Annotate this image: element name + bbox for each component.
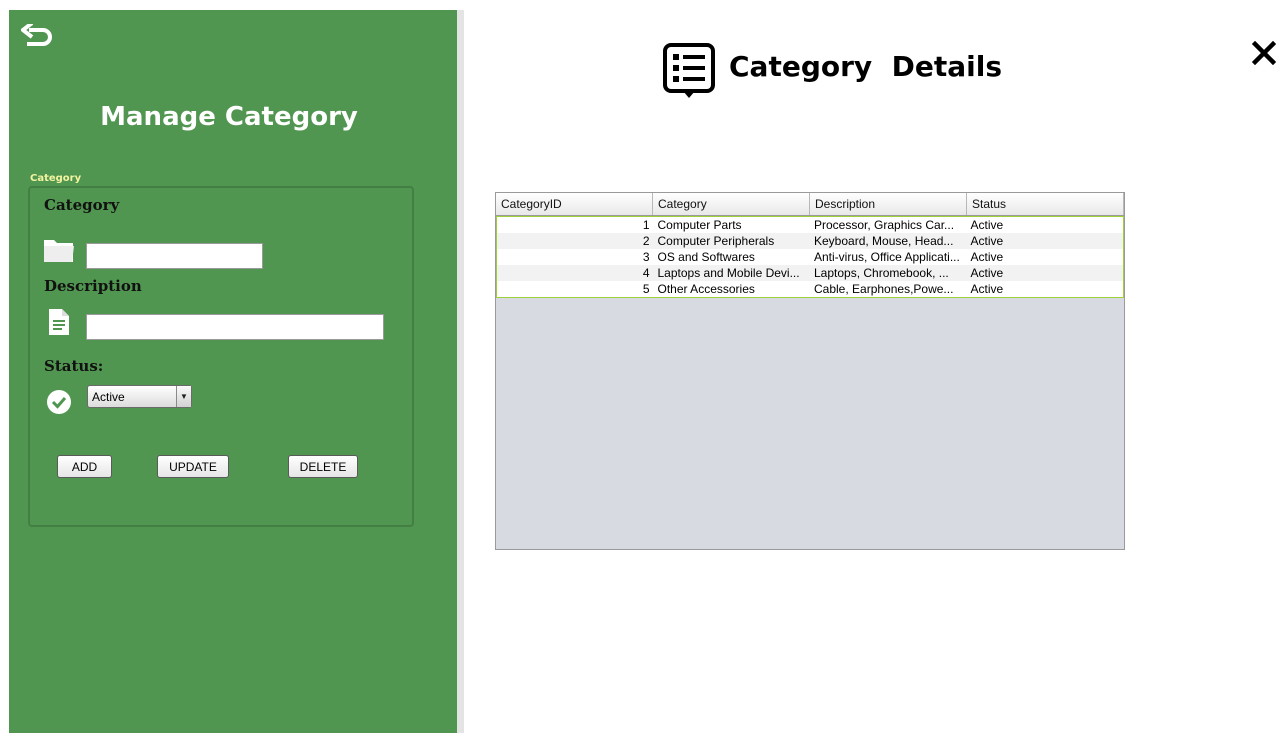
panel-title: Manage Category bbox=[100, 102, 358, 132]
status-label: Status: bbox=[44, 357, 104, 375]
group-label: Category bbox=[30, 173, 82, 184]
update-button[interactable]: UPDATE bbox=[157, 455, 229, 478]
column-header-description[interactable]: Description bbox=[810, 193, 967, 215]
cell-category: Laptops and Mobile Devi... bbox=[657, 266, 800, 280]
cell-description: Cable, Earphones,Powe... bbox=[814, 282, 954, 296]
description-label: Description bbox=[44, 277, 142, 295]
document-icon bbox=[49, 309, 69, 335]
cell-id: 2 bbox=[642, 234, 650, 248]
add-button[interactable]: ADD bbox=[57, 455, 112, 478]
table-row[interactable]: 4 Laptops and Mobile Devi... Laptops, Ch… bbox=[497, 265, 1123, 281]
delete-button[interactable]: DELETE bbox=[288, 455, 358, 478]
table-row[interactable]: 5 Other Accessories Cable, Earphones,Pow… bbox=[497, 281, 1123, 297]
column-header-status[interactable]: Status bbox=[967, 193, 1124, 215]
table-row[interactable]: 2 Computer Peripherals Keyboard, Mouse, … bbox=[497, 233, 1123, 249]
table-header: CategoryID Category Description Status bbox=[496, 193, 1124, 216]
cell-category: OS and Softwares bbox=[657, 250, 755, 264]
category-label: Category bbox=[44, 196, 120, 214]
folder-icon bbox=[44, 240, 74, 262]
cell-status: Active bbox=[970, 282, 1004, 296]
cell-status: Active bbox=[970, 266, 1004, 280]
cell-status: Active bbox=[970, 234, 1004, 248]
cell-id: 4 bbox=[642, 266, 650, 280]
description-input[interactable] bbox=[86, 314, 384, 340]
list-icon bbox=[663, 43, 715, 98]
chevron-down-icon[interactable]: ▼ bbox=[176, 386, 191, 407]
panel-divider bbox=[457, 10, 464, 733]
table-row[interactable]: 1 Computer Parts Processor, Graphics Car… bbox=[497, 217, 1123, 233]
cell-status: Active bbox=[970, 250, 1004, 264]
table-row[interactable]: 3 OS and Softwares Anti-virus, Office Ap… bbox=[497, 249, 1123, 265]
category-table[interactable]: CategoryID Category Description Status 1… bbox=[495, 192, 1125, 550]
cell-description: Keyboard, Mouse, Head... bbox=[814, 234, 954, 248]
page-title: Category Details bbox=[729, 50, 1003, 83]
cell-id: 3 bbox=[642, 250, 650, 264]
back-arrow-icon[interactable] bbox=[21, 24, 55, 58]
cell-category: Computer Peripherals bbox=[657, 234, 775, 248]
column-header-categoryid[interactable]: CategoryID bbox=[496, 193, 653, 215]
cell-description: Processor, Graphics Car... bbox=[814, 218, 955, 232]
manage-category-panel: Manage Category Category Category Descri… bbox=[9, 10, 457, 733]
cell-id: 1 bbox=[642, 218, 650, 232]
cell-category: Computer Parts bbox=[657, 218, 742, 232]
check-circle-icon bbox=[47, 390, 71, 414]
close-icon[interactable] bbox=[1252, 41, 1276, 65]
cell-description: Laptops, Chromebook, ... bbox=[814, 266, 949, 280]
cell-description: Anti-virus, Office Applicati... bbox=[814, 250, 960, 264]
cell-status: Active bbox=[970, 218, 1004, 232]
cell-id: 5 bbox=[642, 282, 650, 296]
table-body: 1 Computer Parts Processor, Graphics Car… bbox=[496, 216, 1124, 298]
category-input[interactable] bbox=[86, 243, 263, 269]
column-header-category[interactable]: Category bbox=[653, 193, 810, 215]
status-dropdown[interactable]: Active ▼ bbox=[87, 385, 192, 408]
status-selected-value: Active bbox=[92, 390, 125, 404]
cell-category: Other Accessories bbox=[657, 282, 755, 296]
